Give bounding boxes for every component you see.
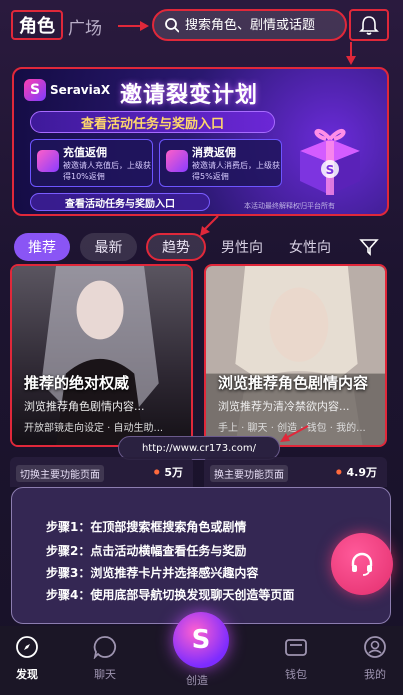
role-tags: 开放部镜走向设定 · 自动生助... bbox=[24, 423, 164, 434]
guide-step: 步骤4：使用底部导航切换发现聊天创造等页面 bbox=[46, 588, 295, 602]
search-icon bbox=[165, 18, 179, 33]
filter-male[interactable]: 男性向 bbox=[212, 233, 272, 261]
chat-bubble-icon bbox=[93, 636, 117, 659]
filter-trending[interactable]: 趋势 bbox=[146, 233, 206, 261]
role-desc: 浏览推荐角色剧情内容... bbox=[24, 400, 145, 413]
nav-label: 我的 bbox=[364, 668, 386, 681]
banner-note: 本活动最终解释权归平台所有 bbox=[244, 202, 335, 210]
headset-icon bbox=[351, 552, 373, 576]
hot-count: ⚫ 5万 bbox=[152, 466, 183, 479]
annotation-arrow-icon bbox=[346, 42, 356, 65]
card-desc: 被邀请人充值后，上级获得10%返佣 bbox=[63, 161, 151, 181]
tab-role[interactable]: 角色 bbox=[11, 10, 63, 40]
user-icon bbox=[364, 636, 386, 658]
top-bar: 角色 广场 bbox=[0, 0, 403, 65]
recharge-rebate-card[interactable]: 充值返佣 被邀请人充值后，上级获得10%返佣 bbox=[30, 139, 153, 187]
card-label: 换主要功能页面 bbox=[210, 465, 288, 482]
card-title: 消费返佣 bbox=[192, 146, 236, 159]
spend-rebate-card[interactable]: 消费返佣 被邀请人消费后，上级获得5%返佣 bbox=[159, 139, 282, 187]
nav-chat[interactable]: 聊天 bbox=[80, 634, 130, 682]
logo-icon: S bbox=[24, 79, 46, 101]
annotation-arrow-icon bbox=[118, 21, 149, 31]
banner-cta-button[interactable]: 查看活动任务与奖励入口 bbox=[30, 193, 210, 211]
list-item[interactable]: 换主要功能页面 ⚫ 4.9万 bbox=[204, 457, 387, 487]
nav-label: 发现 bbox=[16, 668, 38, 681]
filter-recommend[interactable]: 推荐 bbox=[14, 233, 70, 261]
list-item[interactable]: 切换主要功能页面 ⚫ 5万 bbox=[10, 457, 193, 487]
category-filters: 推荐 最新 趋势 男性向 女性向 bbox=[14, 233, 390, 261]
card-title: 充值返佣 bbox=[63, 146, 107, 159]
create-label: 创造 bbox=[186, 674, 208, 687]
role-name: 浏览推荐角色剧情内容 bbox=[218, 374, 369, 392]
role-name: 推荐的绝对权威 bbox=[24, 374, 130, 392]
search-bar[interactable] bbox=[152, 9, 347, 41]
filter-female[interactable]: 女性向 bbox=[280, 233, 340, 261]
activity-banner[interactable]: S SeraviaX 邀请裂变计划 查看活动任务与奖励入口 充值返佣 被邀请人充… bbox=[12, 67, 389, 216]
cart-icon bbox=[166, 150, 188, 172]
guide-step: 步骤2：点击活动横幅查看任务与奖励 bbox=[46, 544, 247, 558]
nav-discover[interactable]: 发现 bbox=[2, 634, 52, 682]
notification-button[interactable] bbox=[349, 9, 389, 41]
flame-icon: ⚫ bbox=[334, 466, 344, 479]
nav-wallet[interactable]: 钱包 bbox=[271, 634, 321, 682]
nav-label: 钱包 bbox=[285, 668, 307, 681]
filter-latest[interactable]: 最新 bbox=[80, 233, 137, 261]
search-input[interactable] bbox=[185, 17, 345, 33]
nav-label: 聊天 bbox=[94, 668, 116, 681]
role-desc: 浏览推荐为清冷禁欲内容... bbox=[218, 400, 350, 413]
card-label: 切换主要功能页面 bbox=[16, 465, 104, 482]
guide-step: 步骤3：浏览推荐卡片并选择感兴趣内容 bbox=[46, 566, 259, 580]
wallet-icon bbox=[37, 150, 59, 172]
compass-icon bbox=[16, 636, 38, 658]
role-card[interactable]: 浏览推荐角色剧情内容 浏览推荐为清冷禁欲内容... 手上 · 聊天 · 创造 ·… bbox=[204, 264, 387, 447]
banner-subtitle: 查看活动任务与奖励入口 bbox=[30, 111, 275, 133]
wallet-icon bbox=[285, 639, 307, 656]
guide-step: 步骤1：在顶部搜索框搜索角色或剧情 bbox=[46, 520, 247, 534]
svg-text:S: S bbox=[326, 163, 335, 177]
banner-title: 邀请裂变计划 bbox=[120, 83, 259, 108]
support-button[interactable] bbox=[331, 533, 393, 595]
annotation-arrow-icon bbox=[280, 425, 309, 442]
filter-icon[interactable] bbox=[359, 238, 379, 256]
logo-text: SeraviaX bbox=[50, 83, 111, 97]
create-button[interactable]: S bbox=[173, 612, 229, 668]
create-logo-icon: S bbox=[191, 625, 211, 655]
nav-mine[interactable]: 我的 bbox=[350, 634, 400, 682]
bell-icon bbox=[359, 16, 379, 35]
card-desc: 被邀请人消费后，上级获得5%返佣 bbox=[192, 161, 280, 181]
role-card[interactable]: 推荐的绝对权威 浏览推荐角色剧情内容... 开放部镜走向设定 · 自动生助... bbox=[10, 264, 193, 447]
gift-box-icon: S bbox=[300, 128, 360, 195]
flame-icon: ⚫ bbox=[152, 466, 162, 479]
tab-square[interactable]: 广场 bbox=[68, 14, 102, 39]
brand-logo: S SeraviaX bbox=[24, 79, 110, 101]
hot-count: ⚫ 4.9万 bbox=[334, 466, 377, 479]
